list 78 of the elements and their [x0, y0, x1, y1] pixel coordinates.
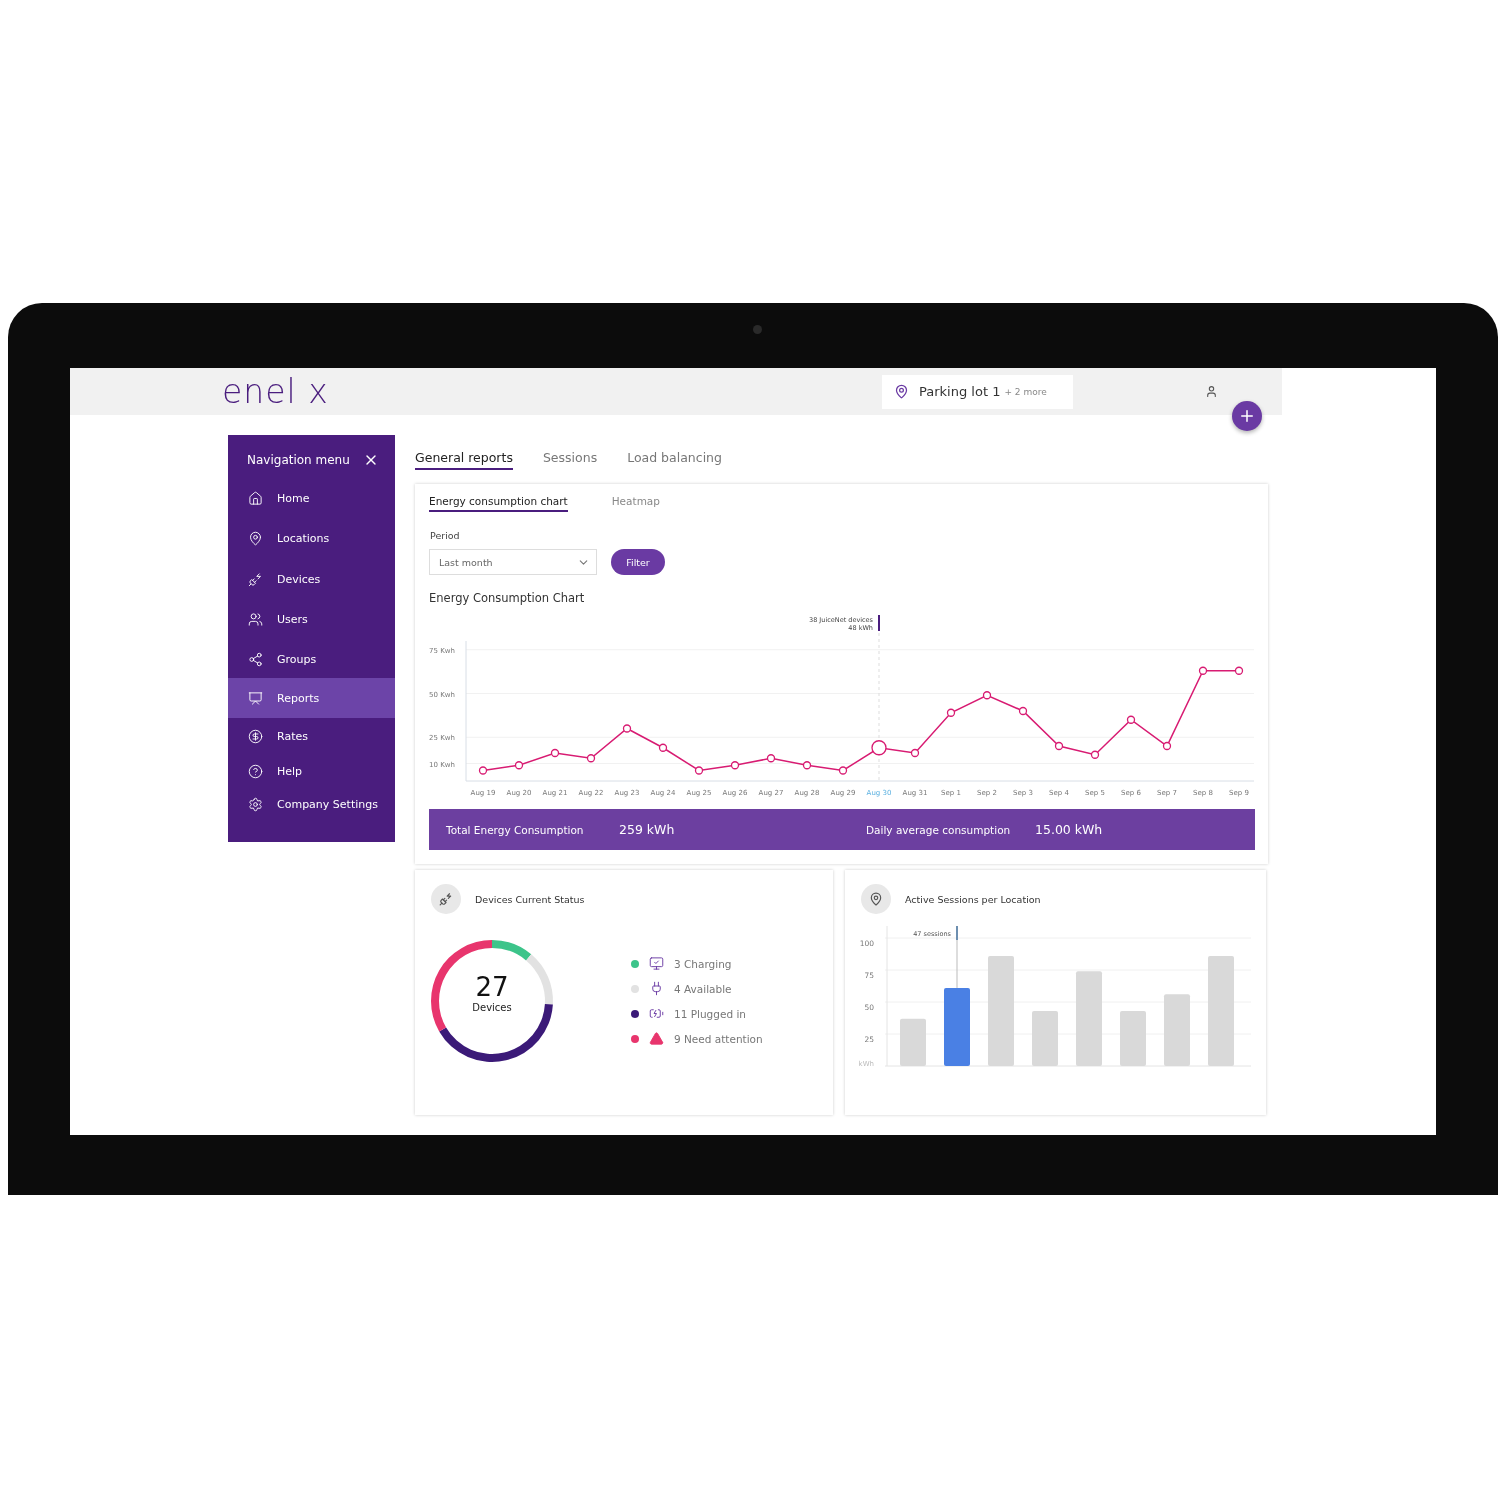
nav-item[interactable]: Users — [228, 599, 395, 640]
nav-item[interactable]: Devices — [228, 559, 395, 599]
plug-icon — [248, 571, 263, 587]
nav-item[interactable]: Company Settings — [228, 788, 395, 821]
tab[interactable]: General reports — [415, 449, 513, 470]
nav-item[interactable]: Rates — [228, 718, 395, 755]
data-point[interactable] — [730, 761, 740, 770]
data-point[interactable] — [550, 748, 560, 758]
summary-value: 15.00 kWh — [1035, 822, 1104, 837]
webcam — [753, 325, 762, 334]
annotation-marker — [956, 926, 958, 989]
summary-label: Daily average consumption — [866, 823, 1012, 836]
nav-item[interactable]: Help — [228, 755, 395, 788]
data-point[interactable] — [586, 754, 596, 763]
legend-label: 3 Charging — [674, 957, 732, 970]
legend-label: 4 Available — [674, 982, 732, 995]
data-point[interactable] — [1126, 715, 1136, 724]
help-icon — [248, 764, 263, 779]
data-point[interactable] — [982, 691, 992, 700]
nav-item[interactable]: Groups — [228, 640, 395, 678]
data-point[interactable] — [658, 743, 668, 752]
plug-icon — [649, 981, 664, 996]
location-more: + 2 more — [1004, 386, 1047, 397]
sidebar-title: Navigation menu — [247, 453, 350, 467]
legend-label: 9 Need attention — [674, 1032, 763, 1045]
legend-label: 11 Plugged in — [674, 1007, 746, 1020]
card-title: Active Sessions per Location — [905, 893, 1041, 905]
map-pin-icon — [894, 384, 909, 399]
data-point[interactable] — [1090, 750, 1100, 759]
nav-item[interactable]: Locations — [228, 518, 395, 559]
location-name: Parking lot 1 — [919, 384, 1001, 399]
data-point[interactable] — [1234, 666, 1244, 675]
data-point[interactable] — [622, 724, 632, 733]
users-icon — [248, 612, 263, 627]
data-point[interactable] — [838, 766, 848, 775]
map-pin-icon — [248, 531, 263, 546]
device-total: 27 — [475, 972, 509, 1002]
sub-tab[interactable]: Heatmap — [611, 495, 660, 512]
filter-button[interactable]: Filter — [611, 549, 665, 575]
data-point[interactable] — [802, 761, 812, 770]
monitor-icon — [649, 956, 664, 971]
card-title: Devices Current Status — [475, 893, 585, 905]
data-point[interactable] — [694, 766, 704, 775]
map-pin-icon-badge — [861, 884, 891, 914]
period-dropdown[interactable]: Last month — [429, 549, 597, 575]
user-icon[interactable] — [1205, 385, 1218, 398]
summary-value: 259 kWh — [619, 822, 676, 837]
data-point[interactable] — [1054, 741, 1064, 751]
chart-title: Energy Consumption Chart — [429, 591, 586, 605]
plus-icon — [1238, 407, 1256, 425]
share-icon — [248, 651, 263, 667]
device-total-label: Devices — [472, 1002, 512, 1013]
nav-item[interactable]: Home — [228, 478, 395, 518]
summary-label: Total Energy Consumption — [446, 823, 585, 836]
logo: enel x — [222, 372, 330, 411]
data-point[interactable] — [1198, 666, 1208, 675]
data-point[interactable] — [910, 748, 920, 758]
data-point[interactable] — [514, 761, 524, 770]
home-icon — [248, 490, 263, 506]
add-button[interactable] — [1232, 401, 1262, 431]
data-point[interactable] — [1162, 741, 1172, 751]
data-point[interactable] — [1018, 706, 1028, 716]
dollar-icon — [248, 729, 263, 744]
tab[interactable]: Sessions — [542, 449, 598, 470]
data-point[interactable] — [766, 754, 776, 763]
tab[interactable]: Load balancing — [627, 449, 722, 470]
warning-icon — [649, 1031, 664, 1046]
presentation-icon — [248, 690, 263, 706]
plug-icon-badge — [431, 884, 461, 914]
data-point[interactable] — [871, 740, 887, 756]
location-selector[interactable]: Parking lot 1 + 2 more — [882, 374, 1073, 409]
field-label: Period — [430, 530, 461, 541]
nav-item[interactable]: Reports — [228, 678, 395, 718]
sub-tab[interactable]: Energy consumption chart — [429, 495, 568, 512]
battery-icon — [649, 1006, 664, 1021]
data-point[interactable] — [946, 708, 956, 717]
data-point[interactable] — [478, 766, 488, 775]
settings-icon — [248, 797, 263, 812]
